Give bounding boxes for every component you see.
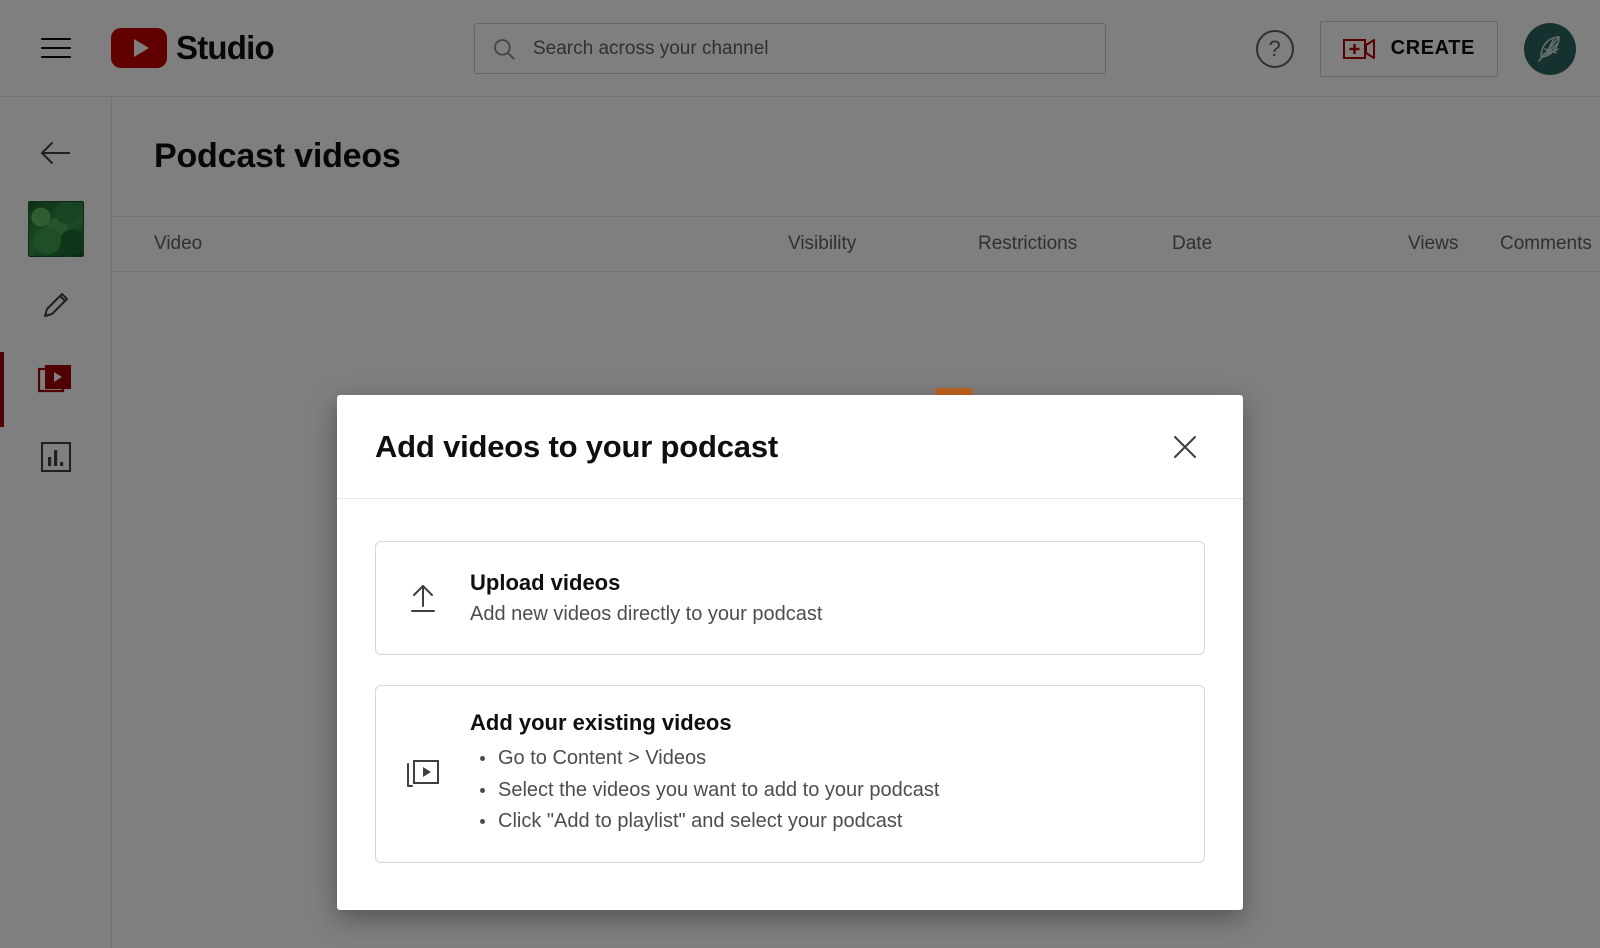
option-existing-title: Add your existing videos [470,710,732,736]
video-library-icon [402,755,444,793]
option-existing-text: Add your existing videos Go to Content >… [470,710,1178,838]
option-upload-videos[interactable]: Upload videos Add new videos directly to… [375,541,1205,655]
close-x-icon [1174,435,1196,458]
close-button[interactable] [1163,425,1207,469]
list-item: Click "Add to playlist" and select your … [470,806,1178,838]
upload-arrow-icon [402,580,444,616]
dialog-title: Add videos to your podcast [375,428,779,464]
list-item: Go to Content > Videos [470,743,1178,775]
dialog-header: Add videos to your podcast [337,395,1243,499]
option-upload-title: Upload videos [470,570,621,595]
option-upload-text: Upload videos Add new videos directly to… [470,570,1178,626]
list-item: Select the videos you want to add to you… [470,775,1178,807]
add-videos-dialog: Add videos to your podcast Upload videos… [337,395,1243,910]
option-add-existing-videos[interactable]: Add your existing videos Go to Content >… [375,685,1205,863]
dialog-body: Upload videos Add new videos directly to… [337,499,1243,863]
option-existing-steps: Go to Content > Videos Select the videos… [470,743,1178,838]
option-upload-subtitle: Add new videos directly to your podcast [470,603,823,625]
